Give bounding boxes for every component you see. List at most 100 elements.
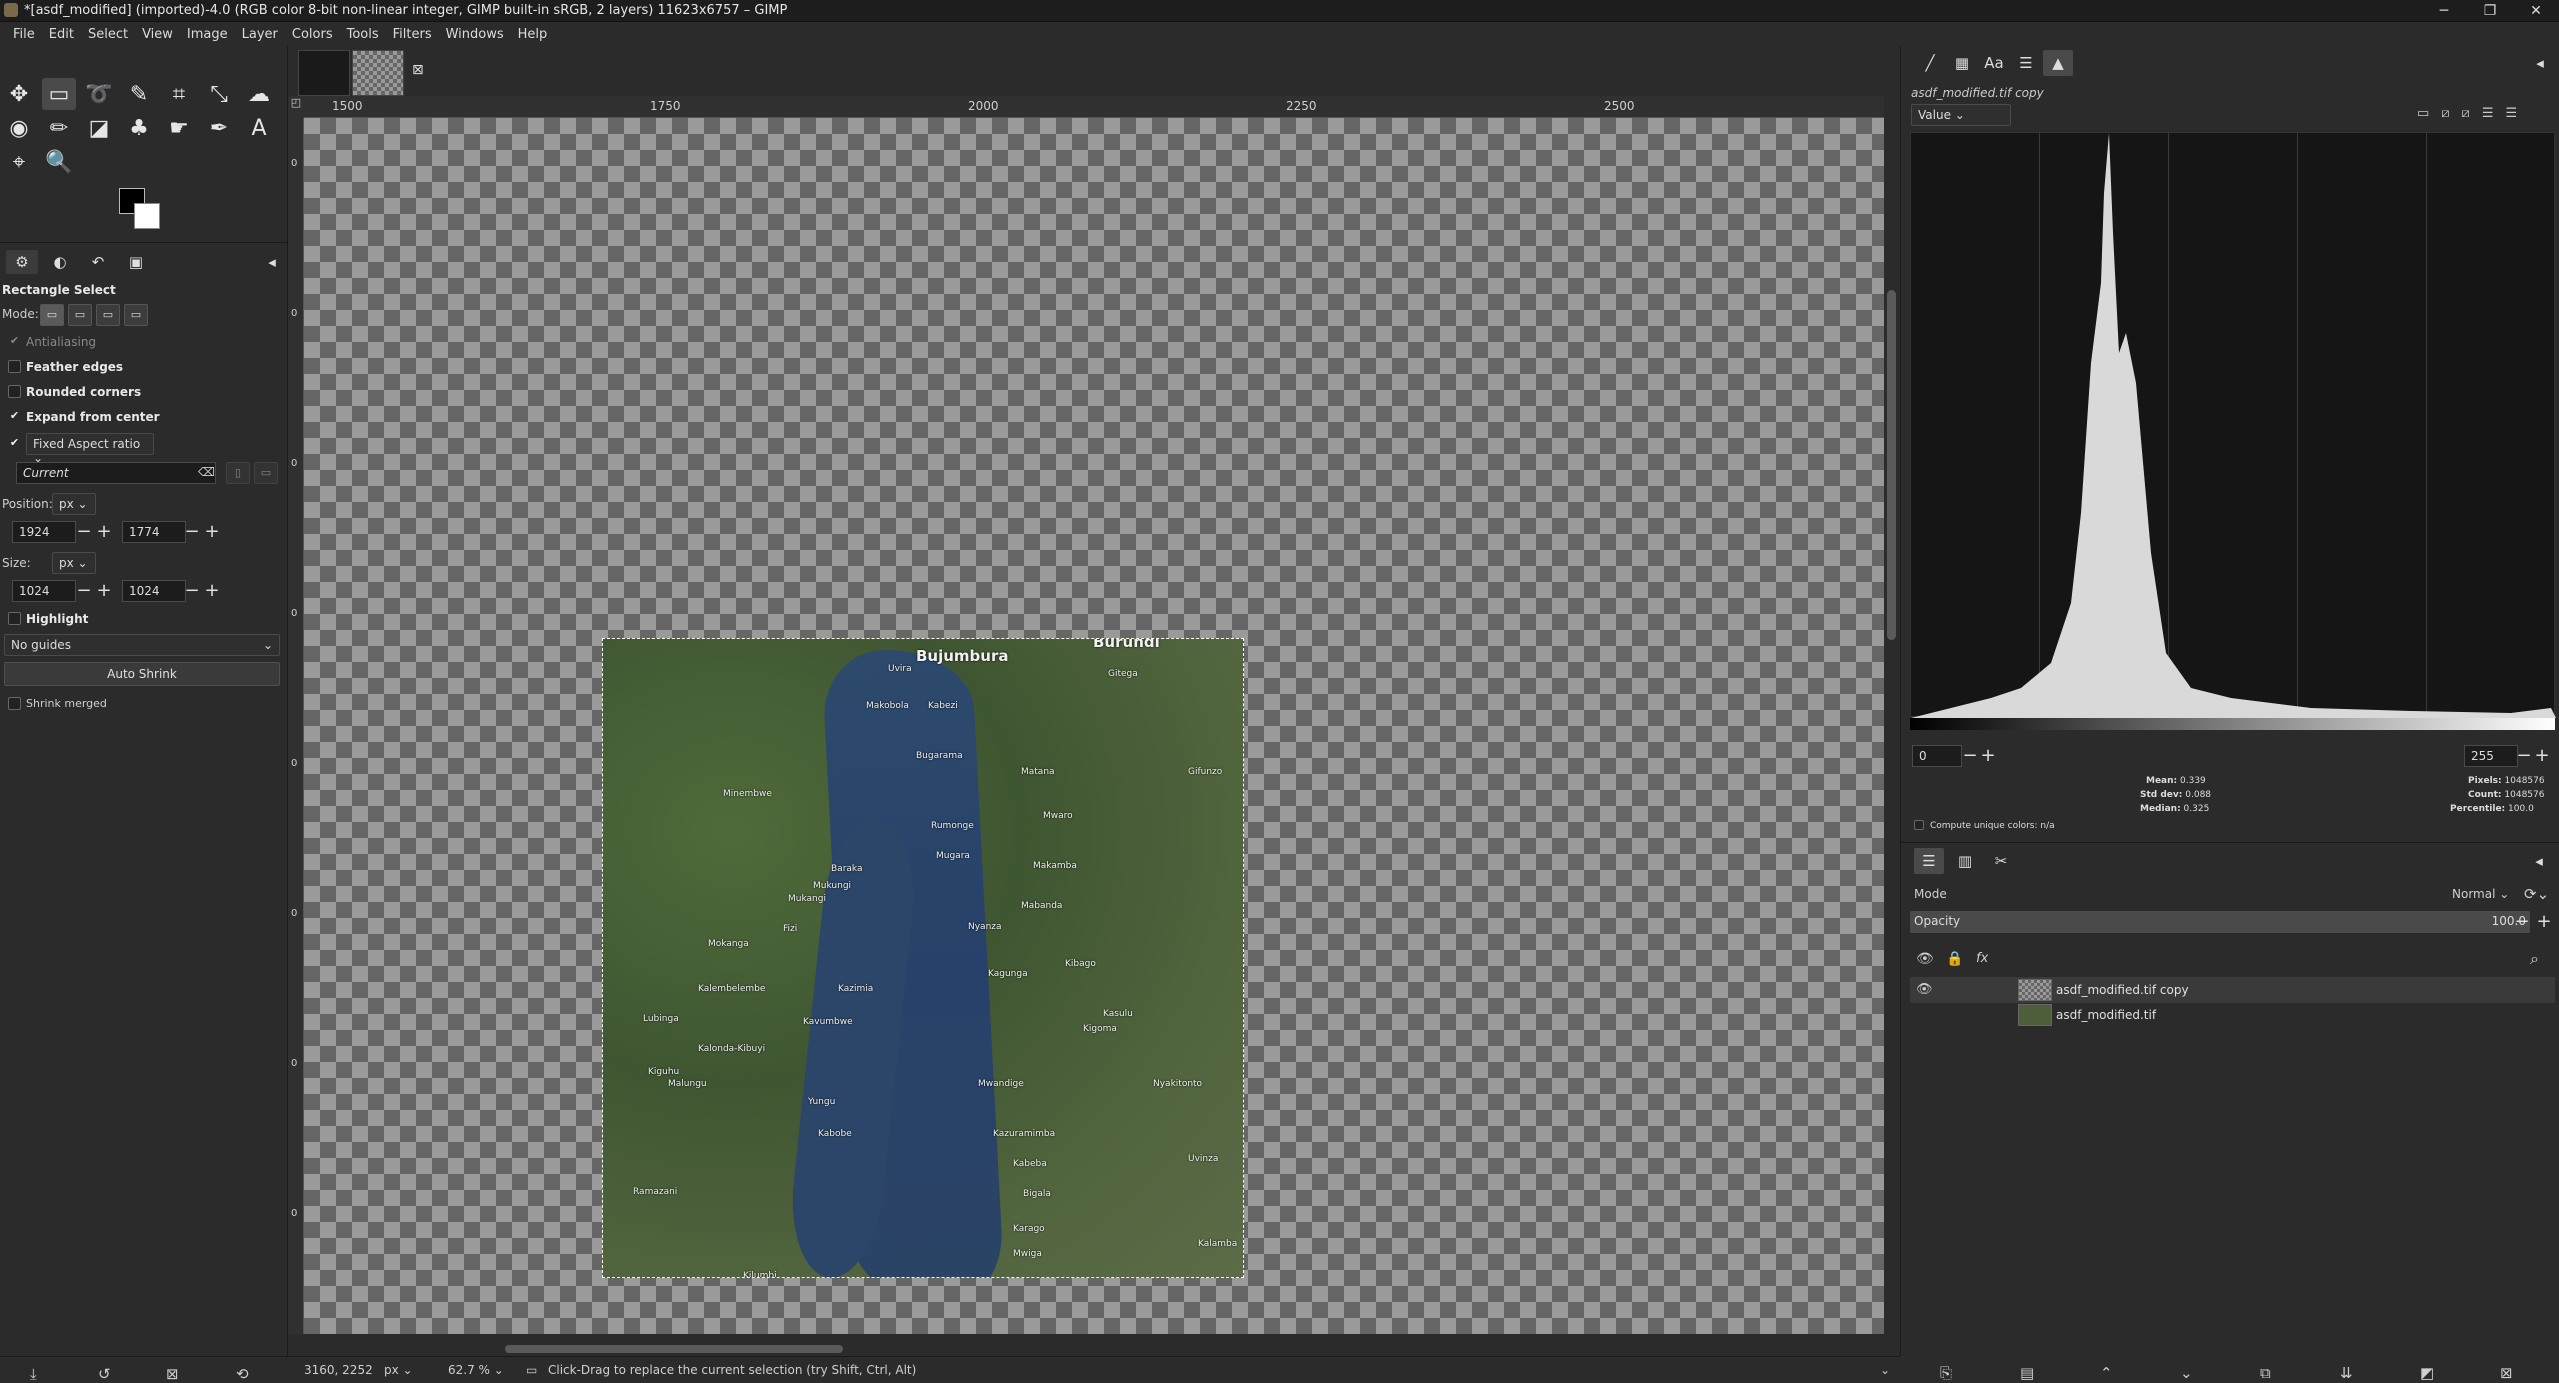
landscape-button[interactable]: ▭ <box>254 462 278 484</box>
opacity-decrement[interactable]: − <box>2514 911 2530 933</box>
histogram-gradient-bar[interactable] <box>1910 718 2555 730</box>
background-color-swatch[interactable] <box>134 203 160 229</box>
save-tool-preset-icon[interactable]: ⤓ <box>30 1365 37 1383</box>
tab-patterns-icon[interactable]: ▦ <box>1947 50 1977 76</box>
smudge-tool-icon[interactable]: ☛ <box>162 112 196 144</box>
delete-preset-icon[interactable]: ⊠ <box>166 1365 179 1383</box>
size-unit-select[interactable]: px ⌄ <box>52 552 96 574</box>
auto-shrink-button[interactable]: Auto Shrink <box>4 662 280 686</box>
status-unit-select[interactable]: px ⌄ <box>384 1363 413 1377</box>
menu-help[interactable]: Help <box>511 27 555 42</box>
menu-colors[interactable]: Colors <box>285 27 340 42</box>
tab-histogram-icon[interactable]: ▲ <box>2043 50 2073 76</box>
layers-menu-icon[interactable]: ◂ <box>2524 848 2554 874</box>
horizontal-scroll-thumb[interactable] <box>505 1345 843 1353</box>
position-y-increment[interactable]: + <box>204 521 220 543</box>
color-picker-icon[interactable]: ⌖ <box>2 146 36 178</box>
crop-tool-icon[interactable]: ⌗ <box>162 78 196 110</box>
vertical-scroll-thumb[interactable] <box>1887 290 1896 640</box>
fixed-checkbox[interactable]: ✔ <box>8 437 21 450</box>
guides-dropdown[interactable]: No guides ⌄ <box>4 634 280 656</box>
clear-field-icon[interactable]: ⌫ <box>198 465 215 479</box>
image-tab-map-thumbnail[interactable] <box>298 50 350 96</box>
bucket-fill-icon[interactable]: ◉ <box>2 112 36 144</box>
dock-menu-icon[interactable]: ◂ <box>2525 50 2555 76</box>
position-unit-select[interactable]: px ⌄ <box>52 493 96 515</box>
merge-layer-icon[interactable]: ⇊ <box>2340 1364 2353 1382</box>
menu-view[interactable]: View <box>135 27 180 42</box>
range-high-decrement[interactable]: − <box>2516 745 2532 767</box>
paths-tool-icon[interactable]: ✒ <box>202 112 236 144</box>
mode-intersect-button[interactable]: ▭ <box>124 304 148 326</box>
menu-file[interactable]: File <box>6 27 42 42</box>
feather-edges-checkbox[interactable] <box>8 360 21 373</box>
delete-layer-icon[interactable]: ⊠ <box>2500 1364 2513 1382</box>
size-width-increment[interactable]: + <box>96 580 112 602</box>
tab-brushes-icon[interactable]: ╱ <box>1915 50 1945 76</box>
layer-row-copy[interactable] <box>1910 977 2555 1003</box>
zoom-select[interactable]: 62.7 % ⌄ <box>448 1363 504 1377</box>
restore-preset-icon[interactable]: ↺ <box>98 1365 111 1383</box>
size-height-field[interactable]: 1024 <box>122 580 186 602</box>
clone-tool-icon[interactable]: ♣ <box>122 112 156 144</box>
menu-edit[interactable]: Edit <box>42 27 81 42</box>
shrink-merged-checkbox[interactable] <box>8 697 21 710</box>
expand-from-center-checkbox[interactable]: ✔ <box>8 410 21 423</box>
tab-fonts-icon[interactable]: Aa <box>1979 50 2009 76</box>
rect-select-tool-icon[interactable]: ▭ <box>42 78 76 110</box>
compute-unique-checkbox[interactable] <box>1914 820 1924 830</box>
opacity-increment[interactable]: + <box>2536 911 2552 933</box>
position-y-field[interactable]: 1774 <box>122 521 186 543</box>
tab-device-status[interactable]: ◐ <box>44 250 76 274</box>
lasso-tool-icon[interactable]: ➰ <box>82 78 116 110</box>
menu-filters[interactable]: Filters <box>386 27 439 42</box>
tab-paths-icon[interactable]: ✂ <box>1986 848 2016 874</box>
range-low-decrement[interactable]: − <box>1962 745 1978 767</box>
close-tab-icon[interactable]: ⊠ <box>412 62 424 78</box>
close-window-button[interactable]: ✕ <box>2513 0 2559 22</box>
tab-layers-icon[interactable]: ☰ <box>1914 848 1944 874</box>
range-low-increment[interactable]: + <box>1980 745 1996 767</box>
move-tool-icon[interactable]: ✥ <box>2 78 36 110</box>
panel-menu-icon[interactable]: ◂ <box>256 250 288 274</box>
position-x-field[interactable]: 1924 <box>12 521 76 543</box>
menu-windows[interactable]: Windows <box>439 27 511 42</box>
fixed-mode-dropdown[interactable]: Fixed Aspect ratio ⌄ <box>26 433 154 465</box>
range-high-increment[interactable]: + <box>2534 745 2550 767</box>
highlight-checkbox[interactable] <box>8 612 21 625</box>
tab-channels-icon[interactable]: ▥ <box>1950 848 1980 874</box>
range-low-field[interactable]: 0 <box>1912 745 1962 767</box>
position-x-increment[interactable]: + <box>96 521 112 543</box>
ruler-corner-icon[interactable]: ◰ <box>288 96 304 118</box>
mask-layer-icon[interactable]: ◩ <box>2420 1364 2434 1382</box>
menu-tools[interactable]: Tools <box>340 27 386 42</box>
layer-mode-dropdown[interactable]: Normal ⌄ <box>2452 887 2509 901</box>
tab-undo-history[interactable]: ↶ <box>82 250 114 274</box>
eraser-icon[interactable]: ◪ <box>82 112 116 144</box>
position-y-decrement[interactable]: − <box>184 521 200 543</box>
layer-name[interactable]: asdf_modified.tif <box>2056 1008 2156 1022</box>
opacity-slider[interactable]: Opacity 100.0 <box>1910 911 2530 933</box>
layer-visibility-icon[interactable]: 👁 <box>1916 982 1933 997</box>
channel-dropdown[interactable]: Value ⌄ <box>1911 104 2011 126</box>
new-group-icon[interactable]: ▤ <box>2020 1364 2034 1382</box>
mode-add-button[interactable]: ▭ <box>68 304 92 326</box>
size-width-decrement[interactable]: − <box>76 580 92 602</box>
antialiasing-checkbox[interactable]: ✔ <box>8 335 21 348</box>
reset-options-icon[interactable]: ⟲ <box>236 1365 249 1383</box>
portrait-button[interactable]: ▯ <box>226 462 250 484</box>
menu-image[interactable]: Image <box>180 27 235 42</box>
rounded-corners-checkbox[interactable] <box>8 385 21 398</box>
mode-replace-button[interactable]: ▭ <box>40 304 64 326</box>
size-width-field[interactable]: 1024 <box>12 580 76 602</box>
image-tab-current-thumbnail[interactable] <box>352 50 404 96</box>
vertical-scrollbar[interactable] <box>1884 96 1900 1334</box>
paintbrush-icon[interactable]: ✏ <box>42 112 76 144</box>
mode-reset-icon[interactable]: ⟳⌄ <box>2524 885 2549 903</box>
layer-name[interactable]: asdf_modified.tif copy <box>2056 983 2189 997</box>
zoom-tool-icon[interactable]: 🔍 <box>42 146 76 178</box>
tab-tool-options[interactable]: ⚙ <box>6 250 38 274</box>
fuzzy-select-tool-icon[interactable]: ✎ <box>122 78 156 110</box>
lower-layer-icon[interactable]: ⌄ <box>2180 1364 2193 1382</box>
tab-document-history-icon[interactable]: ☰ <box>2011 50 2041 76</box>
